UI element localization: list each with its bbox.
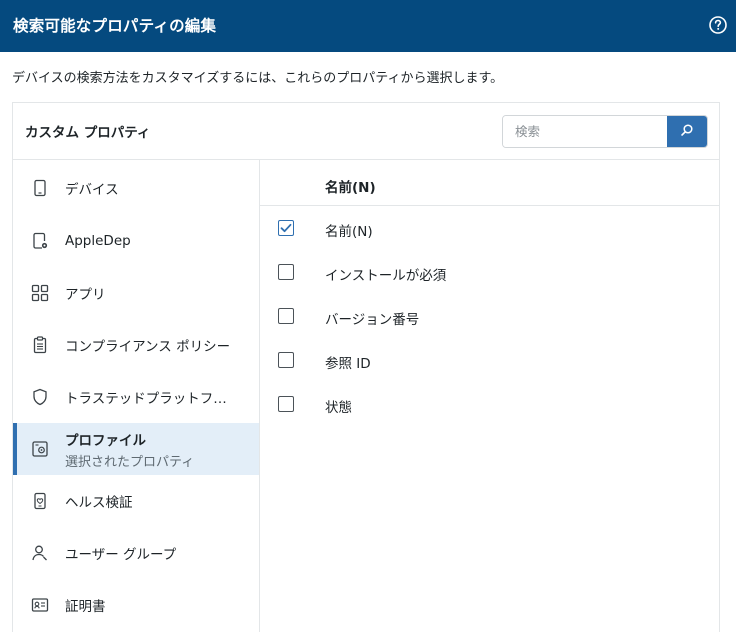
- category-sidebar: デバイス AppleDep アプリ コンプライアンス ポリシー トラステッドプラ…: [13, 160, 259, 631]
- certificate-icon: [31, 596, 49, 614]
- sidebar-item-sublabel: 選択されたプロパティ: [65, 454, 195, 470]
- sidebar-item-label: AppleDep: [65, 233, 131, 249]
- dialog-header: 検索可能なプロパティの編集: [0, 0, 736, 52]
- sidebar-item-label: トラステッドプラットフ…: [65, 391, 227, 407]
- property-list: 名前(N) 名前(N) インストールが必須 バージョン番号 参照 ID 状態: [260, 160, 719, 426]
- sidebar-item-appledep[interactable]: AppleDep: [13, 215, 259, 267]
- device-gear-icon: [31, 232, 49, 250]
- property-label: 状態: [325, 400, 352, 416]
- property-row[interactable]: バージョン番号: [260, 294, 719, 338]
- sidebar-item-label: プロファイル: [65, 432, 146, 449]
- clipboard-icon: [31, 336, 49, 354]
- property-label: 名前(N): [325, 224, 373, 240]
- sidebar-item-user-groups[interactable]: ユーザー グループ: [13, 527, 259, 579]
- panel-title: カスタム プロパティ: [25, 125, 151, 141]
- property-row[interactable]: 参照 ID: [260, 338, 719, 382]
- dialog-title: 検索可能なプロパティの編集: [13, 17, 217, 35]
- property-label: バージョン番号: [325, 312, 420, 328]
- sidebar-item-label: 証明書: [65, 599, 106, 615]
- sidebar-item-devices[interactable]: デバイス: [13, 160, 259, 215]
- checkbox[interactable]: [278, 396, 294, 412]
- sidebar-item-certificates[interactable]: 証明書: [13, 579, 259, 631]
- apps-grid-icon: [31, 284, 49, 302]
- sidebar-item-profile[interactable]: プロファイル 選択されたプロパティ: [13, 423, 259, 475]
- sidebar-item-label: コンプライアンス ポリシー: [65, 339, 231, 355]
- checkbox[interactable]: [278, 308, 294, 324]
- sidebar-item-trusted-platform[interactable]: トラステッドプラットフ…: [13, 371, 259, 423]
- health-device-icon: [31, 492, 49, 510]
- sidebar-item-label: アプリ: [65, 287, 106, 303]
- column-header: 名前(N): [260, 160, 719, 206]
- description-text: デバイスの検索方法をカスタマイズするには、これらのプロパティから選択します。: [12, 71, 504, 86]
- checkbox[interactable]: [278, 352, 294, 368]
- property-row[interactable]: 名前(N): [260, 206, 719, 250]
- help-circle-icon[interactable]: [708, 15, 728, 35]
- property-label: 参照 ID: [325, 356, 371, 372]
- sidebar-item-compliance-policy[interactable]: コンプライアンス ポリシー: [13, 319, 259, 371]
- sidebar-item-apps[interactable]: アプリ: [13, 267, 259, 319]
- sidebar-item-label: ヘルス検証: [65, 495, 133, 511]
- sidebar-item-label: デバイス: [65, 181, 119, 198]
- phone-icon: [31, 179, 49, 197]
- user-icon: [31, 544, 49, 562]
- checkbox-checked[interactable]: [278, 220, 294, 236]
- property-row[interactable]: 状態: [260, 382, 719, 426]
- shield-icon: [31, 388, 49, 406]
- search-button[interactable]: [667, 116, 707, 147]
- custom-properties-panel: カスタム プロパティ デバイス AppleDep: [12, 102, 720, 632]
- sidebar-item-health-attestation[interactable]: ヘルス検証: [13, 475, 259, 527]
- property-label: インストールが必須: [325, 268, 447, 284]
- checkbox[interactable]: [278, 264, 294, 280]
- sidebar-item-label: ユーザー グループ: [65, 547, 177, 563]
- search-icon: [680, 123, 694, 140]
- search-box: [502, 115, 708, 148]
- column-header-name[interactable]: 名前(N): [325, 176, 376, 196]
- search-input[interactable]: [503, 116, 667, 147]
- profile-settings-icon: [31, 440, 49, 458]
- property-row[interactable]: インストールが必須: [260, 250, 719, 294]
- sidebar-item-text: プロファイル 選択されたプロパティ: [65, 429, 194, 470]
